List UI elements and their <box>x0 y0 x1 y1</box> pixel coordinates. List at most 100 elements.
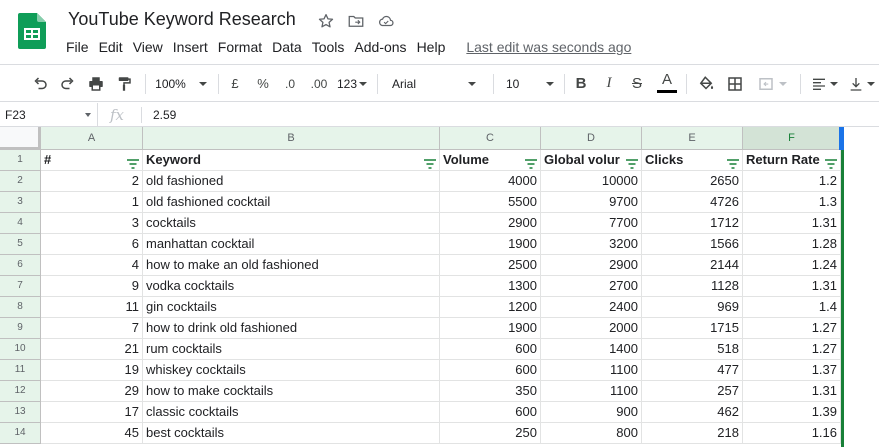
header-cell[interactable]: Return Rate <box>743 150 841 171</box>
menu-view[interactable]: View <box>133 38 163 56</box>
merge-cells-icon[interactable] <box>752 65 792 102</box>
filter-icon[interactable] <box>127 155 139 169</box>
table-cell[interactable]: 2500 <box>440 255 541 276</box>
row-header[interactable]: 7 <box>0 276 41 297</box>
table-cell[interactable]: how to make an old fashioned <box>143 255 440 276</box>
table-cell[interactable]: 29 <box>41 381 143 402</box>
row-header[interactable]: 10 <box>0 339 41 360</box>
table-cell[interactable]: 600 <box>440 402 541 423</box>
row-header[interactable]: 6 <box>0 255 41 276</box>
table-cell[interactable]: 2144 <box>642 255 743 276</box>
text-color-button[interactable]: A <box>655 65 679 102</box>
table-cell[interactable]: 1.3 <box>743 192 841 213</box>
table-cell[interactable]: 1566 <box>642 234 743 255</box>
table-cell[interactable]: 2900 <box>541 255 642 276</box>
menu-format[interactable]: Format <box>218 38 262 56</box>
table-cell[interactable]: 1100 <box>541 381 642 402</box>
borders-icon[interactable] <box>723 65 747 102</box>
menu-addons[interactable]: Add-ons <box>354 38 406 56</box>
table-cell[interactable]: 9700 <box>541 192 642 213</box>
move-to-folder-icon[interactable] <box>346 11 366 31</box>
table-cell[interactable]: 5500 <box>440 192 541 213</box>
table-cell[interactable]: 11 <box>41 297 143 318</box>
column-header-d[interactable]: D <box>541 127 642 150</box>
table-cell[interactable]: 1.31 <box>743 213 841 234</box>
table-cell[interactable]: 2400 <box>541 297 642 318</box>
strikethrough-button[interactable]: S <box>626 65 648 102</box>
header-cell[interactable]: Global volur <box>541 150 642 171</box>
currency-format-button[interactable]: £ <box>224 65 246 102</box>
zoom-select[interactable]: 100% <box>150 65 212 102</box>
table-cell[interactable]: manhattan cocktail <box>143 234 440 255</box>
table-cell[interactable]: 1128 <box>642 276 743 297</box>
decrease-decimals-button[interactable]: .0 <box>278 65 302 102</box>
table-cell[interactable]: 2000 <box>541 318 642 339</box>
table-cell[interactable]: 477 <box>642 360 743 381</box>
row-header[interactable]: 14 <box>0 423 41 444</box>
table-cell[interactable]: 45 <box>41 423 143 444</box>
table-cell[interactable]: 3 <box>41 213 143 234</box>
table-cell[interactable]: 2650 <box>642 171 743 192</box>
table-cell[interactable]: 600 <box>440 360 541 381</box>
table-cell[interactable]: 462 <box>642 402 743 423</box>
table-cell[interactable]: 17 <box>41 402 143 423</box>
font-family-select[interactable]: Arial <box>384 65 484 102</box>
table-cell[interactable]: 969 <box>642 297 743 318</box>
table-cell[interactable]: 350 <box>440 381 541 402</box>
table-cell[interactable]: 1900 <box>440 318 541 339</box>
horizontal-align-icon[interactable] <box>806 65 842 102</box>
table-cell[interactable]: classic cocktails <box>143 402 440 423</box>
table-cell[interactable]: gin cocktails <box>143 297 440 318</box>
column-header-f[interactable]: F <box>743 127 841 150</box>
table-cell[interactable]: 600 <box>440 339 541 360</box>
table-cell[interactable]: 1715 <box>642 318 743 339</box>
table-cell[interactable]: 19 <box>41 360 143 381</box>
row-header[interactable]: 12 <box>0 381 41 402</box>
table-cell[interactable]: 1.24 <box>743 255 841 276</box>
table-cell[interactable]: 1900 <box>440 234 541 255</box>
row-header[interactable]: 1 <box>0 150 41 171</box>
row-header[interactable]: 2 <box>0 171 41 192</box>
table-cell[interactable]: 7700 <box>541 213 642 234</box>
table-cell[interactable]: 1.31 <box>743 276 841 297</box>
font-size-select[interactable]: 10 <box>500 65 560 102</box>
table-cell[interactable]: 6 <box>41 234 143 255</box>
table-cell[interactable]: rum cocktails <box>143 339 440 360</box>
table-cell[interactable]: 1.27 <box>743 318 841 339</box>
table-cell[interactable]: cocktails <box>143 213 440 234</box>
row-header[interactable]: 5 <box>0 234 41 255</box>
table-cell[interactable]: 2700 <box>541 276 642 297</box>
column-header-b[interactable]: B <box>143 127 440 150</box>
table-cell[interactable]: 900 <box>541 402 642 423</box>
formula-input[interactable]: 2.59 <box>153 108 176 122</box>
filter-icon[interactable] <box>727 155 739 169</box>
row-header[interactable]: 4 <box>0 213 41 234</box>
table-cell[interactable]: how to drink old fashioned <box>143 318 440 339</box>
redo-icon[interactable] <box>56 65 80 102</box>
row-header[interactable]: 11 <box>0 360 41 381</box>
table-cell[interactable]: 1300 <box>440 276 541 297</box>
filter-icon[interactable] <box>825 155 837 169</box>
table-cell[interactable]: 4726 <box>642 192 743 213</box>
table-cell[interactable]: vodka cocktails <box>143 276 440 297</box>
menu-edit[interactable]: Edit <box>99 38 123 56</box>
table-cell[interactable]: 2900 <box>440 213 541 234</box>
row-header[interactable]: 3 <box>0 192 41 213</box>
sheets-logo[interactable] <box>18 13 46 49</box>
table-cell[interactable]: 1.39 <box>743 402 841 423</box>
table-cell[interactable]: 800 <box>541 423 642 444</box>
table-cell[interactable]: 1400 <box>541 339 642 360</box>
percent-format-button[interactable]: % <box>252 65 274 102</box>
table-cell[interactable]: 2 <box>41 171 143 192</box>
table-cell[interactable]: 1.16 <box>743 423 841 444</box>
header-cell[interactable]: Keyword <box>143 150 440 171</box>
print-icon[interactable] <box>84 65 108 102</box>
filter-icon[interactable] <box>525 155 537 169</box>
last-edit-link[interactable]: Last edit was seconds ago <box>466 39 631 55</box>
menu-file[interactable]: File <box>66 38 89 56</box>
star-icon[interactable] <box>316 11 336 31</box>
table-cell[interactable]: old fashioned <box>143 171 440 192</box>
header-cell[interactable]: # <box>41 150 143 171</box>
table-cell[interactable]: 4 <box>41 255 143 276</box>
cloud-status-icon[interactable] <box>376 11 396 31</box>
